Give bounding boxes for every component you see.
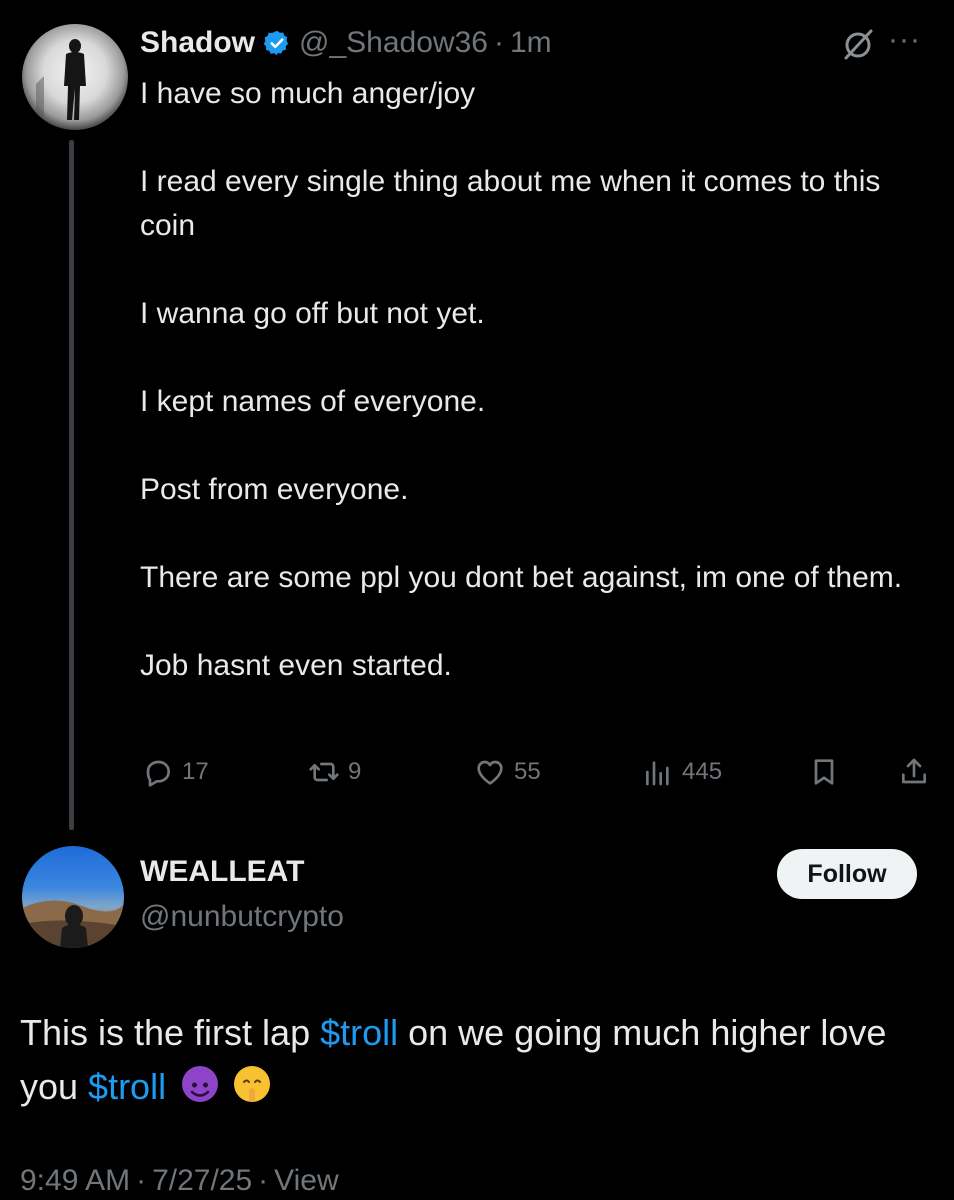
separator-dot: · bbox=[258, 1164, 269, 1197]
post-author-row: Shadow @_Shadow36 · 1m bbox=[140, 22, 552, 64]
reply-text-part: This is the first lap bbox=[20, 1012, 321, 1053]
post-time[interactable]: 9:49 AM bbox=[20, 1164, 130, 1197]
reply-display-name[interactable]: WEALLEAT bbox=[140, 855, 304, 889]
like-button[interactable]: 55 bbox=[474, 752, 541, 792]
reply-count: 17 bbox=[182, 758, 209, 785]
post-paragraph: There are some ppl you dont bet against,… bbox=[140, 561, 903, 594]
views-count: 445 bbox=[682, 758, 723, 785]
post-paragraph: I read every single thing about me when … bbox=[140, 165, 881, 242]
reply-handle[interactable]: @nunbutcrypto bbox=[140, 900, 344, 934]
post-paragraph: I wanna go off but not yet. bbox=[140, 297, 485, 330]
view-link[interactable]: View bbox=[274, 1164, 338, 1197]
cashtag-link[interactable]: $troll bbox=[320, 1012, 398, 1053]
reply-icon bbox=[146, 760, 170, 787]
shushing-face-emoji bbox=[234, 1066, 271, 1102]
post-display-name[interactable]: Shadow bbox=[140, 26, 255, 60]
cashtag-link[interactable]: $troll bbox=[88, 1066, 166, 1107]
reply-button[interactable]: 17 bbox=[142, 752, 209, 792]
share-icon bbox=[902, 758, 926, 784]
separator-dot: · bbox=[136, 1164, 147, 1197]
post-paragraph: I kept names of everyone. bbox=[140, 385, 486, 418]
smiling-devil-emoji bbox=[182, 1066, 219, 1102]
repost-count: 9 bbox=[348, 758, 362, 785]
more-icon[interactable]: ··· bbox=[888, 25, 934, 58]
post-date[interactable]: 7/27/25 bbox=[152, 1164, 252, 1197]
like-icon bbox=[477, 760, 503, 785]
like-count: 55 bbox=[514, 758, 541, 785]
follow-button[interactable]: Follow bbox=[777, 849, 917, 899]
post-paragraph: Post from everyone. bbox=[140, 473, 409, 506]
grok-icon[interactable] bbox=[840, 26, 876, 62]
separator-dot: · bbox=[493, 26, 504, 59]
post-text: I have so much anger/joy I read every si… bbox=[140, 72, 940, 688]
post-handle[interactable]: @_Shadow36 bbox=[299, 26, 488, 60]
avatar-silhouette bbox=[36, 39, 86, 124]
avatar-photo bbox=[22, 900, 124, 948]
post-paragraph: I have so much anger/joy bbox=[140, 77, 476, 110]
repost-icon bbox=[309, 762, 339, 782]
bookmark-button[interactable] bbox=[808, 752, 848, 792]
thread-connector bbox=[69, 140, 74, 830]
views-button[interactable]: 445 bbox=[642, 752, 722, 792]
post-age[interactable]: 1m bbox=[510, 26, 552, 60]
share-button[interactable] bbox=[898, 752, 938, 792]
repost-button[interactable]: 9 bbox=[308, 752, 361, 792]
avatar-shadow[interactable] bbox=[22, 24, 128, 130]
verified-badge-icon bbox=[263, 30, 289, 56]
views-icon bbox=[646, 761, 669, 786]
post-paragraph: Job hasnt even started. bbox=[140, 649, 452, 682]
avatar-wealleat[interactable] bbox=[22, 846, 124, 948]
reply-text: This is the first lap $troll on we going… bbox=[20, 1006, 940, 1114]
timestamp-row: 9:49 AM · 7/27/25 · View bbox=[20, 1164, 345, 1198]
bookmark-icon bbox=[814, 759, 834, 785]
